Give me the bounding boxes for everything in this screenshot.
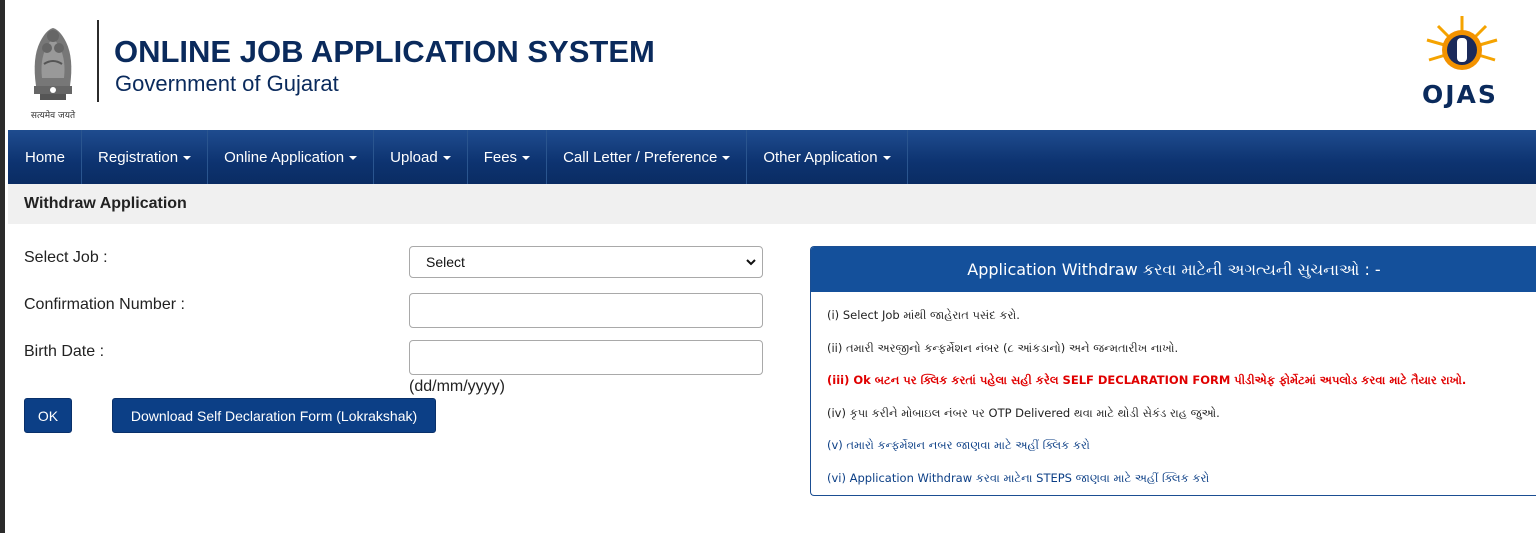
- withdraw-steps-link[interactable]: (vi) Application Withdraw કરવા માટેના ST…: [827, 471, 1209, 486]
- page-heading-bar: Withdraw Application: [8, 184, 1536, 224]
- nav-online-application[interactable]: Online Application: [208, 130, 375, 184]
- caret-down-icon: [882, 156, 891, 160]
- instruction-item: (i) Select Job માંથી જાહેરાત પસંદ કરો.: [827, 308, 1020, 322]
- caret-down-icon: [349, 156, 358, 160]
- select-job-value: Select: [426, 254, 465, 270]
- caret-down-icon: [183, 156, 192, 160]
- nav-home-label: Home: [25, 148, 66, 166]
- caret-down-icon: [722, 156, 731, 160]
- instruction-item: (iv) કૃપા કરીને મોબાઇલ નંબર પર OTP Deliv…: [827, 406, 1220, 420]
- ojas-logo-text: OJAS: [1422, 80, 1498, 109]
- site-header: सत्यमेव जयते ONLINE JOB APPLICATION SYST…: [8, 0, 1536, 130]
- instruction-item: (ii) તમારી અરજીનો કન્ફર્મેશન નંબર (૮ આંક…: [827, 341, 1179, 355]
- select-job-label: Select Job :: [24, 249, 108, 266]
- national-emblem-icon: [34, 28, 72, 100]
- nav-fees[interactable]: Fees: [468, 130, 548, 184]
- emblem-caption: सत्यमेव जयते: [30, 111, 76, 121]
- birth-date-label: Birth Date :: [24, 343, 105, 360]
- nav-online-application-label: Online Application: [224, 148, 345, 166]
- nav-upload-label: Upload: [390, 148, 438, 166]
- nav-call-letter[interactable]: Call Letter / Preference: [547, 130, 748, 184]
- instruction-item-alert: (iii) Ok બટન પર ક્લિક કરતાં પહેલા સહી કર…: [827, 373, 1467, 387]
- instructions-panel: Application Withdraw કરવા માટેની અગત્યની…: [810, 246, 1536, 496]
- caret-down-icon: [522, 156, 531, 160]
- site-title: ONLINE JOB APPLICATION SYSTEM: [114, 34, 655, 69]
- nav-home[interactable]: Home: [8, 130, 83, 184]
- instructions-heading: Application Withdraw કરવા માટેની અગત્યની…: [811, 247, 1536, 292]
- nav-registration-label: Registration: [98, 148, 179, 166]
- confirmation-number-label: Confirmation Number :: [24, 296, 185, 313]
- download-declaration-form-button[interactable]: Download Self Declaration Form (Lokraksh…: [112, 398, 436, 433]
- main-nav: Home Registration Online Application Upl…: [8, 130, 1536, 184]
- page-title: Withdraw Application: [24, 195, 187, 212]
- header-divider: [97, 20, 99, 102]
- nav-other-application-label: Other Application: [763, 148, 878, 166]
- confirmation-number-input[interactable]: [409, 293, 763, 328]
- ok-button[interactable]: OK: [24, 398, 72, 433]
- birth-date-input[interactable]: [409, 340, 763, 375]
- chevron-down-icon: [746, 259, 756, 266]
- know-confirmation-number-link[interactable]: (v) તમારો કન્ફર્મેશન નબર જાણવા માટે અહીં…: [827, 438, 1090, 453]
- nav-upload[interactable]: Upload: [374, 130, 468, 184]
- site-subtitle: Government of Gujarat: [115, 71, 339, 96]
- window-edge: [0, 0, 5, 533]
- caret-down-icon: [442, 156, 451, 160]
- birth-date-format-hint: (dd/mm/yyyy): [409, 378, 505, 395]
- nav-fees-label: Fees: [483, 148, 518, 166]
- nav-registration[interactable]: Registration: [82, 130, 209, 184]
- select-job-dropdown[interactable]: Select: [409, 246, 763, 278]
- nav-other-application[interactable]: Other Application: [747, 130, 908, 184]
- nav-call-letter-label: Call Letter / Preference: [563, 148, 718, 166]
